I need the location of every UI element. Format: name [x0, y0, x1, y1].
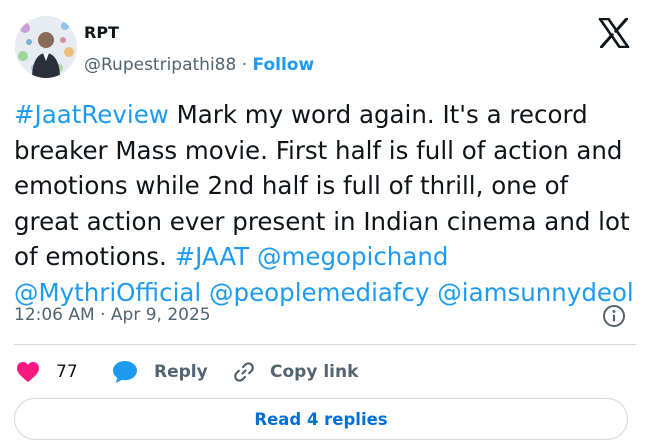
hashtag-link[interactable]: #JAAT [175, 242, 250, 271]
link-icon [232, 360, 256, 384]
info-icon[interactable] [602, 304, 626, 328]
handle-separator: · [241, 55, 248, 75]
mention-link[interactable]: @peoplemediafcy [209, 278, 429, 307]
follow-button[interactable]: Follow [253, 55, 315, 75]
action-bar: 77 Reply Copy link [14, 355, 636, 389]
tweet-timestamp[interactable]: 12:06 AM · Apr 9, 2025 [14, 305, 211, 325]
heart-icon [16, 361, 40, 383]
timestamp-separator: · [100, 305, 106, 325]
author-handle-row: @Rupestripathi88 · Follow [84, 55, 314, 75]
copy-link-label: Copy link [270, 362, 359, 382]
reply-button[interactable]: Reply [112, 355, 208, 389]
copy-link-button[interactable]: Copy link [232, 355, 358, 389]
author-name[interactable]: RPT [84, 23, 119, 42]
author-avatar[interactable] [15, 16, 77, 78]
tweet-text-segment [201, 278, 209, 307]
mention-link[interactable]: @MythriOfficial [14, 278, 201, 307]
x-logo-icon[interactable] [598, 17, 630, 49]
mention-link[interactable]: @iamsunnydeol [437, 278, 633, 307]
like-count: 77 [56, 362, 78, 382]
divider [14, 344, 636, 345]
author-handle[interactable]: @Rupestripathi88 [84, 55, 236, 75]
tweet-card: RPT @Rupestripathi88 · Follow #JaatRevie… [0, 0, 651, 445]
read-replies-button[interactable]: Read 4 replies [14, 398, 628, 440]
hashtag-link[interactable]: #JaatReview [14, 100, 169, 129]
tweet-date: Apr 9, 2025 [110, 305, 211, 325]
tweet-time: 12:06 AM [14, 305, 95, 325]
like-button[interactable]: 77 [14, 355, 78, 389]
mention-link[interactable]: @megopichand [257, 242, 448, 271]
reply-label: Reply [154, 362, 208, 382]
profile-photo [15, 16, 77, 78]
tweet-text-segment [249, 242, 257, 271]
reply-bubble-icon [112, 360, 138, 384]
tweet-text: #JaatReview Mark my word again. It's a r… [14, 97, 639, 311]
